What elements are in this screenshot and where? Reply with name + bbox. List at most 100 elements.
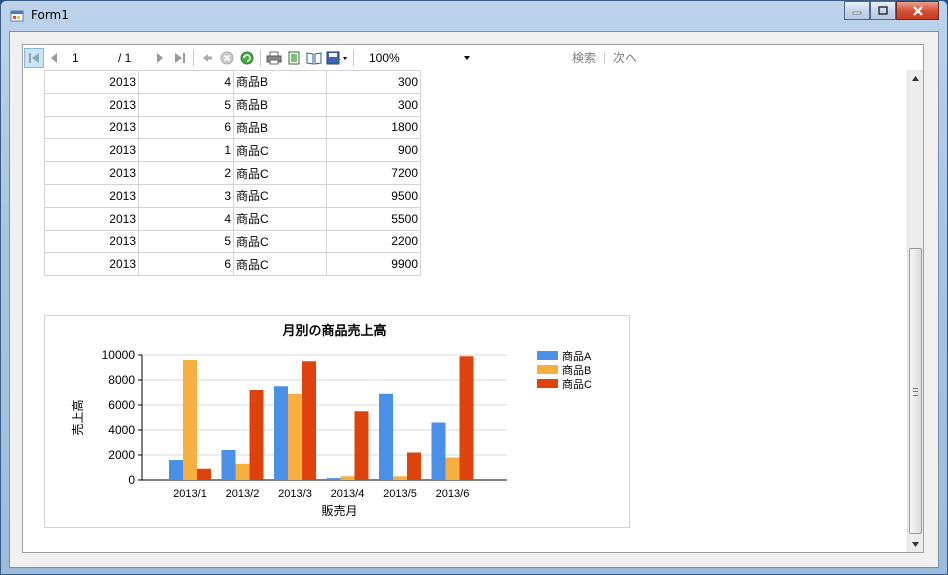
bar-商品C	[197, 468, 211, 480]
bar-商品B	[288, 393, 302, 480]
legend-swatch	[537, 365, 558, 374]
month-cell: 4	[138, 70, 234, 94]
y-tick-label: 10000	[102, 348, 136, 362]
sales-table: 2013 4 商品B 300 2013 5 商品B 300 2013 6 商品B 1800 2013 1 商…	[44, 70, 421, 277]
zoom-select[interactable]: 100%	[363, 49, 474, 67]
first-page-icon	[29, 52, 39, 63]
y-tick-label: 4000	[108, 423, 135, 437]
bar-商品C	[302, 361, 316, 480]
export-button[interactable]	[324, 48, 350, 68]
product-cell: 商品C	[233, 252, 327, 277]
window-title: Form1	[31, 8, 69, 22]
table-row: 2013 4 商品C 5500	[44, 206, 421, 231]
first-page-button[interactable]	[24, 47, 44, 68]
x-tick-label: 2013/6	[436, 488, 470, 500]
close-button[interactable]	[896, 1, 939, 20]
product-cell: 商品C	[233, 229, 327, 254]
amount-cell: 1800	[326, 115, 421, 140]
legend-label: 商品A	[562, 349, 592, 363]
previous-page-icon	[51, 52, 57, 63]
table-row: 2013 2 商品C 7200	[44, 161, 421, 185]
x-tick-label: 2013/5	[383, 488, 417, 500]
amount-cell: 2200	[326, 229, 421, 254]
find-separator	[604, 51, 606, 64]
product-cell: 商品C	[233, 138, 327, 163]
next-page-button[interactable]	[150, 48, 170, 68]
title-bar[interactable]: Form1	[1, 1, 947, 31]
bar-商品A	[221, 450, 236, 480]
amount-cell: 300	[326, 70, 421, 94]
bar-商品C	[459, 356, 474, 480]
x-axis-label: 販売月	[321, 503, 357, 518]
table-row: 2013 1 商品C 900	[44, 138, 421, 163]
year-cell: 2013	[44, 252, 139, 277]
table-row: 2013 6 商品B 1800	[44, 115, 421, 140]
year-cell: 2013	[44, 138, 139, 163]
x-tick-label: 2013/3	[278, 488, 312, 500]
save-export-icon	[326, 51, 347, 64]
scroll-down-button[interactable]	[908, 536, 923, 552]
page-setup-button[interactable]	[304, 48, 324, 68]
year-cell: 2013	[44, 206, 139, 231]
bar-商品A	[431, 422, 446, 480]
x-tick-label: 2013/4	[331, 488, 365, 500]
month-cell: 5	[138, 92, 234, 117]
product-cell: 商品C	[233, 183, 327, 208]
product-cell: 商品B	[233, 115, 327, 140]
find-next-link[interactable]: 次へ	[613, 49, 637, 66]
maximize-icon	[878, 6, 888, 15]
year-cell: 2013	[44, 92, 139, 117]
scroll-up-button[interactable]	[908, 70, 923, 86]
back-button[interactable]	[197, 48, 217, 68]
y-axis-label: 売上高	[70, 399, 85, 435]
refresh-icon	[240, 51, 254, 64]
table-row: 2013 5 商品C 2200	[44, 229, 421, 254]
stop-button[interactable]	[217, 48, 237, 68]
amount-cell: 7200	[326, 161, 421, 185]
scroll-down-icon	[912, 541, 919, 547]
month-cell: 2	[138, 161, 234, 185]
zoom-value: 100%	[369, 50, 400, 65]
print-layout-button[interactable]	[284, 48, 304, 68]
report-viewer: / 1	[22, 44, 924, 553]
minimize-button[interactable]	[844, 1, 870, 20]
product-cell: 商品B	[233, 70, 327, 94]
close-icon	[912, 5, 923, 16]
table-row: 2013 4 商品B 300	[44, 70, 421, 94]
bar-商品B	[445, 457, 460, 480]
year-cell: 2013	[44, 161, 139, 185]
app-window: Form1 / 1	[0, 0, 948, 575]
table-row: 2013 6 商品C 9900	[44, 252, 421, 277]
print-button[interactable]	[264, 48, 284, 68]
product-cell: 商品B	[233, 92, 327, 117]
refresh-button[interactable]	[237, 48, 257, 68]
month-cell: 6	[138, 115, 234, 140]
bar-商品A	[274, 386, 288, 480]
form-client-area: / 1	[9, 31, 939, 568]
month-cell: 5	[138, 229, 234, 254]
legend-label: 商品B	[562, 363, 591, 377]
previous-page-button[interactable]	[44, 48, 64, 68]
product-cell: 商品C	[233, 206, 327, 231]
total-pages-label: / 1	[118, 50, 132, 65]
minimize-icon	[852, 11, 862, 14]
year-cell: 2013	[44, 70, 139, 94]
page-layout-icon	[288, 51, 300, 64]
last-page-icon	[175, 52, 185, 63]
year-cell: 2013	[44, 115, 139, 140]
scrollbar-thumb[interactable]	[909, 248, 922, 534]
vertical-scrollbar[interactable]	[907, 70, 923, 552]
legend-swatch	[537, 351, 558, 360]
next-page-icon	[157, 52, 163, 63]
search-input[interactable]	[484, 47, 564, 68]
current-page-input[interactable]	[66, 47, 114, 68]
app-icon	[10, 10, 24, 22]
last-page-button[interactable]	[170, 48, 190, 68]
find-link[interactable]: 検索	[572, 49, 596, 66]
amount-cell: 9900	[326, 252, 421, 277]
toolbar-separator	[193, 49, 194, 66]
toolbar-separator	[353, 49, 354, 66]
bar-商品A	[326, 478, 341, 480]
month-cell: 1	[138, 138, 234, 163]
maximize-button[interactable]	[870, 1, 896, 20]
